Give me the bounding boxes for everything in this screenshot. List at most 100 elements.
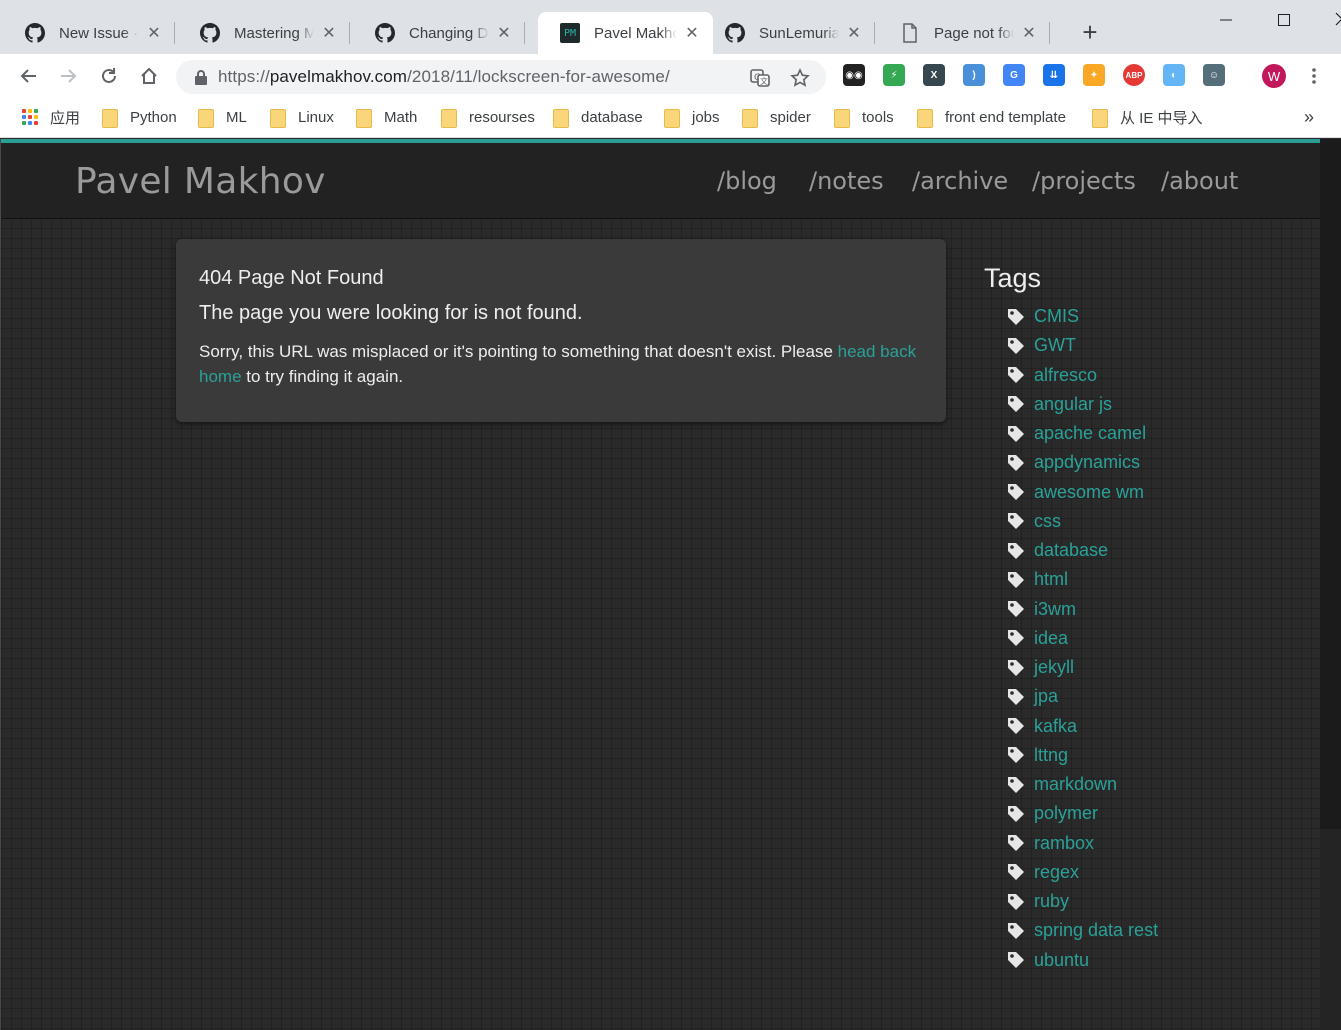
tab-title: Mastering Mar [234, 24, 314, 42]
tag-link[interactable]: ruby [1034, 891, 1069, 912]
tag-link[interactable]: jekyll [1034, 657, 1074, 678]
tag-link[interactable]: idea [1034, 628, 1068, 649]
tag-link[interactable]: alfresco [1034, 365, 1097, 386]
site-brand[interactable]: Pavel Makhov [75, 161, 326, 202]
tag-icon [1008, 367, 1024, 384]
menu-button[interactable] [1300, 62, 1328, 90]
nav-link-archive[interactable]: /archive [912, 167, 1008, 195]
tag-link[interactable]: i3wm [1034, 599, 1076, 620]
translate-page-icon[interactable]: G文 [750, 68, 770, 88]
browser-tab[interactable]: Page not foun ✕ [878, 12, 1050, 54]
adblock-icon[interactable]: ABP [1123, 64, 1145, 86]
browser-tab[interactable]: SunLemuria/in ✕ [703, 12, 875, 54]
reload-button[interactable] [95, 62, 123, 90]
nav-link-notes[interactable]: /notes [809, 167, 884, 195]
tag-link[interactable]: appdynamics [1034, 452, 1140, 473]
tag-link[interactable]: ubuntu [1034, 950, 1089, 971]
star-icon[interactable] [790, 68, 810, 88]
bookmark-item[interactable]: database [553, 106, 643, 128]
scrollbar[interactable] [1320, 139, 1341, 1030]
tag-link[interactable]: regex [1034, 862, 1079, 883]
close-tab-icon[interactable]: ✕ [845, 23, 863, 43]
bookmark-item[interactable]: spider [742, 106, 811, 128]
nav-link-blog[interactable]: /blog [717, 167, 777, 195]
tag-icon [1008, 571, 1024, 588]
bookmark-item[interactable]: 应用 [22, 106, 80, 128]
globe-icon[interactable]: ◐ [1163, 64, 1185, 86]
tag-link[interactable]: database [1034, 540, 1108, 561]
new-tab-button[interactable]: + [1076, 18, 1104, 46]
bookmarks-overflow-button[interactable]: » [1304, 106, 1314, 128]
tag-icon [1008, 952, 1024, 969]
browser-tab[interactable]: Changing Disc ✕ [353, 12, 525, 54]
folder-icon [553, 108, 569, 128]
swirl-icon[interactable]: ) [963, 64, 985, 86]
tab-separator [1049, 22, 1050, 44]
error-message: Sorry, this URL was misplaced or it's po… [199, 339, 923, 389]
nav-link-projects[interactable]: /projects [1032, 167, 1136, 195]
x-icon[interactable]: X [923, 64, 945, 86]
bookmark-item[interactable]: Python [102, 106, 177, 128]
close-tab-icon[interactable]: ✕ [320, 23, 338, 43]
tag-link[interactable]: polymer [1034, 803, 1098, 824]
tag-link[interactable]: GWT [1034, 335, 1076, 356]
browser-tab[interactable]: Mastering Mar ✕ [178, 12, 350, 54]
tag-link[interactable]: markdown [1034, 774, 1117, 795]
bookmark-item[interactable]: ML [198, 106, 247, 128]
tag-link[interactable]: angular js [1034, 394, 1112, 415]
tag-link[interactable]: spring data rest [1034, 920, 1158, 941]
page-icon [903, 23, 917, 43]
folder-icon [270, 108, 286, 128]
bookmark-item[interactable]: Linux [270, 106, 334, 128]
bookmark-item[interactable]: jobs [664, 106, 720, 128]
tag-link[interactable]: lttng [1034, 745, 1068, 766]
tag-link[interactable]: awesome wm [1034, 482, 1144, 503]
fire-icon[interactable]: ✦ [1083, 64, 1105, 86]
tab-favicon [25, 23, 45, 43]
browser-tab[interactable]: PM Pavel Makhov ✕ [538, 12, 713, 54]
folder-icon [664, 108, 680, 128]
close-tab-icon[interactable]: ✕ [1020, 23, 1038, 43]
bookmark-item[interactable]: 从 IE 中导入 [1092, 106, 1203, 128]
home-button[interactable] [135, 62, 163, 90]
site-header: Pavel Makhov /blog /notes /archive /proj… [1, 143, 1321, 219]
profile-avatar[interactable]: W [1262, 64, 1286, 88]
bookmark-item[interactable]: front end template [917, 106, 1066, 128]
spy-icon[interactable]: ◉◉ [843, 64, 865, 86]
tag-icon [1008, 922, 1024, 939]
tag-link[interactable]: rambox [1034, 833, 1094, 854]
colorful-icon[interactable]: ⚡ [883, 64, 905, 86]
bookmark-item[interactable]: Math [356, 106, 417, 128]
close-tab-icon[interactable]: ✕ [145, 23, 163, 43]
bookmark-item[interactable]: tools [834, 106, 894, 128]
tag-icon [1008, 659, 1024, 676]
minimize-button[interactable] [1197, 6, 1255, 34]
address-bar[interactable]: https://pavelmakhov.com/2018/11/lockscre… [176, 60, 826, 94]
tag-item: alfresco [984, 361, 1284, 390]
tag-link[interactable]: apache camel [1034, 423, 1146, 444]
nav-link-about[interactable]: /about [1161, 167, 1238, 195]
close-tab-icon[interactable]: ✕ [495, 23, 513, 43]
tag-link[interactable]: html [1034, 569, 1068, 590]
bookmark-label: front end template [945, 108, 1066, 126]
maximize-button[interactable] [1255, 6, 1313, 34]
octocat-icon[interactable]: ☺ [1203, 64, 1225, 86]
bookmark-item[interactable]: resourses [441, 106, 535, 128]
tag-item: GWT [984, 331, 1284, 360]
tag-link[interactable]: jpa [1034, 686, 1058, 707]
tag-link[interactable]: kafka [1034, 716, 1077, 737]
error-title: 404 Page Not Found [199, 267, 384, 289]
scrollbar-thumb[interactable] [1320, 139, 1341, 829]
translate-icon[interactable]: G [1003, 64, 1025, 86]
tag-link[interactable]: CMIS [1034, 306, 1079, 327]
browser-tab[interactable]: New Issue · str ✕ [3, 12, 175, 54]
tags-sidebar: Tags CMIS GWT alfresco angular js apache cam… [984, 263, 1284, 975]
close-window-button[interactable] [1313, 6, 1341, 34]
tab-title: Changing Disc [409, 24, 489, 42]
tag-link[interactable]: css [1034, 511, 1061, 532]
close-tab-icon[interactable]: ✕ [683, 23, 701, 43]
pocket-icon[interactable]: ⇊ [1043, 64, 1065, 86]
forward-button[interactable] [54, 62, 82, 90]
back-button[interactable] [15, 62, 43, 90]
tag-icon [1008, 630, 1024, 647]
